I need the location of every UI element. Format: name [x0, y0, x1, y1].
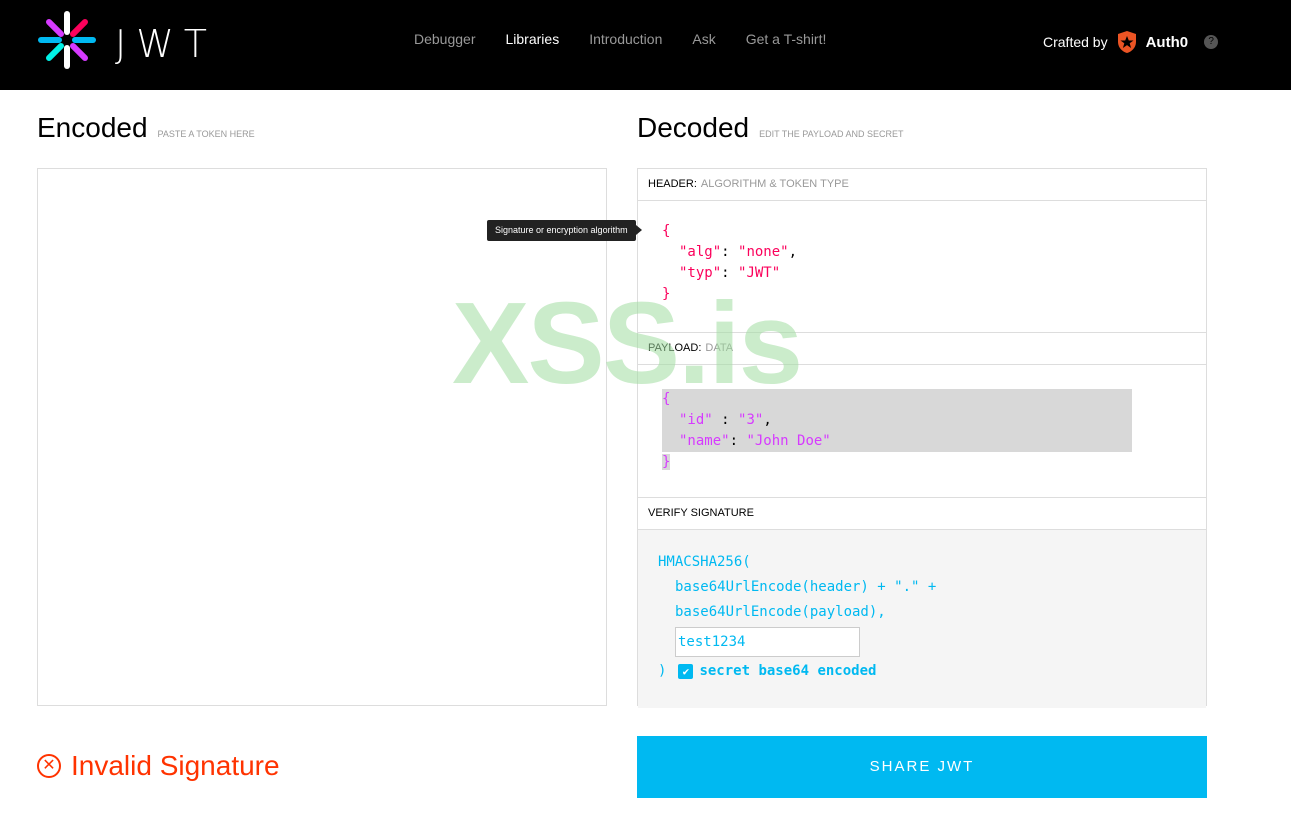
signature-status-text: Invalid Signature — [71, 750, 280, 781]
name-value: "John Doe" — [746, 433, 831, 449]
verify-line-header: base64UrlEncode(header) + "." + — [675, 579, 937, 595]
nav-ask[interactable]: Ask — [692, 31, 715, 47]
payload-close-brace: } — [662, 454, 671, 470]
header-close-brace: } — [662, 286, 671, 302]
alg-value: "none" — [738, 244, 789, 260]
verify-label: VERIFY SIGNATURE — [648, 507, 754, 519]
alg-key: "alg" — [679, 244, 722, 260]
decoded-subtitle: EDIT THE PAYLOAD AND SECRET — [759, 129, 904, 139]
encoded-subtitle: PASTE A TOKEN HERE — [157, 129, 255, 139]
nav-introduction[interactable]: Introduction — [589, 31, 662, 47]
encoded-title: Encoded — [37, 112, 148, 143]
verify-line-payload: base64UrlEncode(payload), — [675, 604, 886, 620]
base64-checkbox[interactable]: ✔ — [678, 664, 694, 679]
payload-sublabel: DATA — [705, 342, 734, 354]
header-json-editor[interactable]: { "alg": "none", "typ": "JWT" } — [638, 201, 1206, 333]
verify-panel-title: VERIFY SIGNATURE — [638, 498, 1206, 530]
decoded-panel: HEADER: ALGORITHM & TOKEN TYPE { "alg": "… — [637, 168, 1207, 708]
crafted-by[interactable]: Crafted by Auth0 ? — [1043, 30, 1219, 54]
encoded-token-editor[interactable] — [37, 168, 607, 706]
share-jwt-button[interactable]: SHARE JWT — [637, 736, 1207, 798]
nav-debugger[interactable]: Debugger — [414, 31, 476, 47]
payload-label: PAYLOAD: — [648, 342, 702, 354]
id-key: "id" — [679, 412, 713, 428]
header-open-brace: { — [662, 223, 671, 239]
base64-checkbox-label[interactable]: secret base64 encoded — [699, 659, 876, 684]
decoded-title: Decoded — [637, 112, 750, 143]
secret-input[interactable] — [675, 627, 860, 657]
close-circle-icon: ✕ — [37, 754, 61, 778]
header-label: HEADER: — [648, 178, 697, 190]
hmac-function: HMACSHA256( — [658, 554, 751, 570]
algorithm-tooltip: Signature or encryption algorithm — [487, 220, 642, 241]
payload-json-editor[interactable]: { "id" : "3", "name": "John Doe" } — [638, 365, 1206, 498]
crafted-label: Crafted by — [1043, 34, 1108, 50]
encoded-heading: Encoded PASTE A TOKEN HERE — [37, 112, 255, 144]
nav-libraries[interactable]: Libraries — [506, 31, 560, 47]
name-key: "name" — [679, 433, 730, 449]
decoded-heading: Decoded EDIT THE PAYLOAD AND SECRET — [637, 112, 903, 144]
payload-selection: { "id" : "3", "name": "John Doe" — [662, 389, 1132, 452]
typ-key: "typ" — [679, 265, 722, 281]
typ-value: "JWT" — [738, 265, 781, 281]
header-sublabel: ALGORITHM & TOKEN TYPE — [700, 178, 849, 190]
payload-panel-title: PAYLOAD: DATA — [638, 333, 1206, 365]
payload-open-brace: { — [662, 391, 671, 407]
brand-wordmark[interactable]: JWT — [115, 22, 217, 66]
nav-tshirt[interactable]: Get a T-shirt! — [746, 31, 827, 47]
verify-signature-area: HMACSHA256( base64UrlEncode(header) + ".… — [638, 530, 1206, 708]
top-navbar: JWT Debugger Libraries Introduction Ask … — [0, 0, 1291, 90]
auth0-shield-icon — [1117, 31, 1136, 53]
id-value: "3" — [738, 412, 764, 428]
verify-close-paren: ) — [658, 663, 667, 679]
signature-status: ✕ Invalid Signature — [37, 750, 280, 782]
auth0-wordmark: Auth0 — [1145, 33, 1189, 51]
checkmark-icon: ✔ — [682, 665, 690, 678]
help-icon[interactable]: ? — [1204, 35, 1219, 49]
main-nav: Debugger Libraries Introduction Ask Get … — [414, 31, 826, 47]
jwt-logo-icon[interactable] — [37, 10, 97, 70]
header-panel-title: HEADER: ALGORITHM & TOKEN TYPE — [638, 169, 1206, 201]
